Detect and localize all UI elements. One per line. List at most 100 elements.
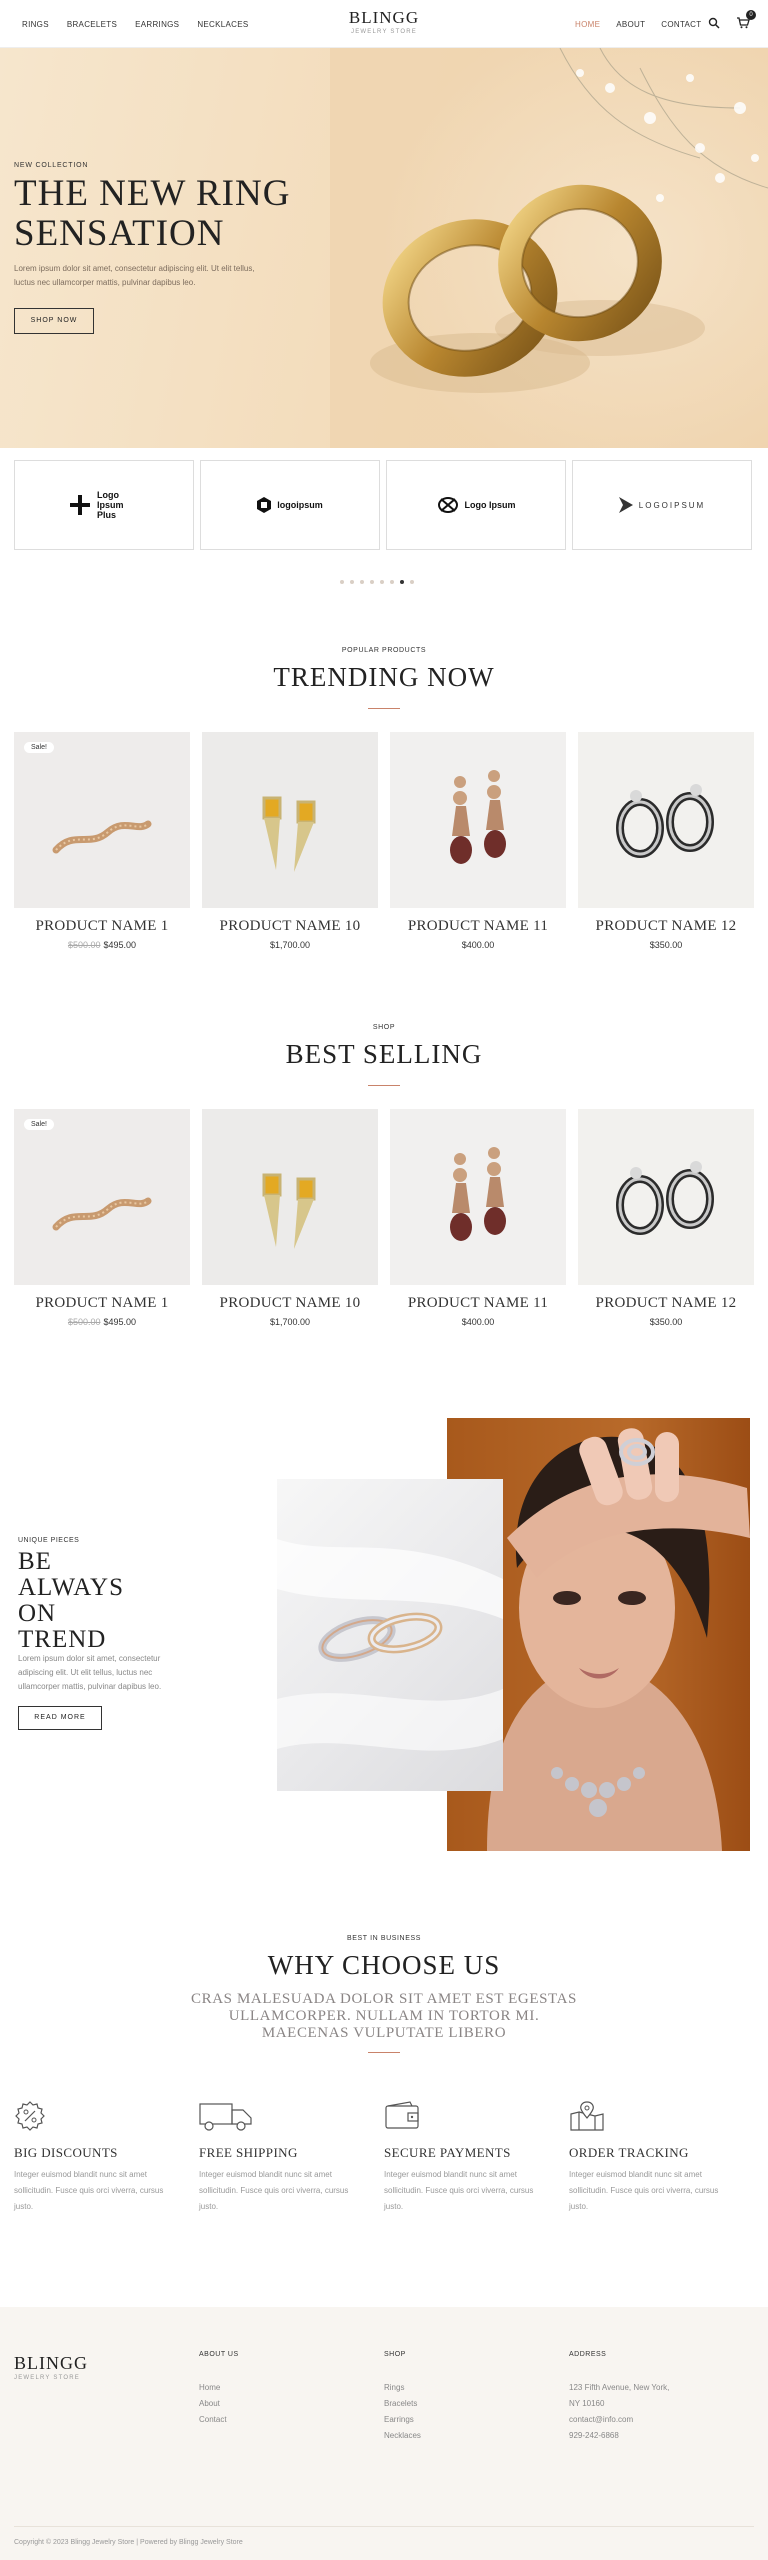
product-price: $350.00 (649, 940, 683, 950)
trend-title-line: BE (18, 1548, 52, 1575)
trend-title-line: TREND (18, 1626, 107, 1653)
slider-dot[interactable] (360, 580, 364, 584)
feature-text: Integer euismod blandit nunc sit amet so… (199, 2170, 349, 2211)
footer-column-about: ABOUT US Home About Contact (199, 2351, 349, 2428)
hex-logo-icon (257, 497, 272, 513)
product-card[interactable]: PRODUCT NAME 10 $1,700.00 (202, 1109, 378, 1327)
feature-text: Integer euismod blandit nunc sit amet so… (14, 2170, 164, 2211)
nav-item-home[interactable]: HOME (575, 20, 600, 29)
why-eyebrow: BEST IN BUSINESS (346, 1935, 422, 1942)
product-price: $350.00 (649, 1317, 683, 1327)
product-card[interactable]: PRODUCT NAME 11 $400.00 (390, 732, 566, 950)
footer-link-bracelets[interactable]: Bracelets (384, 2396, 534, 2412)
product-name[interactable]: PRODUCT NAME 12 (578, 918, 754, 935)
feature-title: FREE SHIPPING (199, 2145, 298, 2160)
nav-item-bracelets[interactable]: BRACELETS (67, 20, 117, 29)
read-more-button[interactable]: READ MORE (18, 1706, 102, 1730)
footer-brand[interactable]: BLINGG (14, 2353, 88, 2374)
product-image[interactable] (578, 732, 754, 908)
slider-dot-active[interactable] (400, 580, 404, 584)
logo-brand: BLINGG (348, 8, 420, 27)
product-price: $400.00 (461, 1317, 495, 1327)
why-title: WHY CHOOSE US (267, 1950, 501, 1980)
nav-item-necklaces[interactable]: NECKLACES (197, 20, 248, 29)
footer-link-about[interactable]: About (199, 2396, 349, 2412)
section-divider (368, 708, 400, 709)
product-card[interactable]: PRODUCT NAME 12 $350.00 (578, 732, 754, 950)
product-image[interactable] (390, 1109, 566, 1285)
product-image[interactable]: Sale! (14, 732, 190, 908)
slider-dot[interactable] (410, 580, 414, 584)
map-pin-icon (570, 2101, 604, 2131)
best-title: BEST SELLING (285, 1039, 483, 1069)
copyright-text: Copyright © 2023 Blingg Jewelry Store | … (14, 2539, 243, 2546)
product-name[interactable]: PRODUCT NAME 1 (14, 1295, 190, 1312)
why-subtitle-line: ULLAMCORPER. NULLAM IN TORTOR MI. (228, 2008, 540, 2024)
partner-logo-card[interactable]: Logo Ipsum Plus (14, 460, 194, 550)
product-name[interactable]: PRODUCT NAME 11 (390, 918, 566, 935)
trending-eyebrow: POPULAR PRODUCTS (341, 647, 427, 654)
product-card[interactable]: Sale! PRODUCT NAME 1 $500.00 $495.00 (14, 732, 190, 950)
slider-dot[interactable] (350, 580, 354, 584)
footer-heading: ADDRESS (569, 2351, 607, 2358)
product-image[interactable]: Sale! (14, 1109, 190, 1285)
partner-logo-card[interactable]: Logo Ipsum (386, 460, 566, 550)
slider-dot[interactable] (390, 580, 394, 584)
footer-brand-tagline: JEWELRY STORE (14, 2375, 80, 2381)
product-card[interactable]: PRODUCT NAME 12 $350.00 (578, 1109, 754, 1327)
why-subtitle-line: CRAS MALESUADA DOLOR SIT AMET EST EGESTA… (191, 1991, 577, 2007)
product-card[interactable]: PRODUCT NAME 11 $400.00 (390, 1109, 566, 1327)
footer-link-rings[interactable]: Rings (384, 2380, 534, 2396)
slider-dot[interactable] (380, 580, 384, 584)
wallet-icon (385, 2101, 419, 2129)
footer-link-earrings[interactable]: Earrings (384, 2412, 534, 2428)
search-icon[interactable] (708, 16, 720, 34)
slider-dot[interactable] (340, 580, 344, 584)
trend-eyebrow: UNIQUE PIECES (18, 1537, 80, 1544)
product-image[interactable] (390, 732, 566, 908)
nav-item-about[interactable]: ABOUT (616, 20, 645, 29)
primary-nav-left: RINGS BRACELETS EARRINGS NECKLACES (22, 20, 248, 29)
partner-logo-card[interactable]: logoipsum (200, 460, 380, 550)
footer-link-necklaces[interactable]: Necklaces (384, 2428, 534, 2444)
hero-title-line: THE NEW RING (14, 173, 291, 214)
nav-item-contact[interactable]: CONTACT (661, 20, 701, 29)
trend-title-line: ALWAYS (18, 1574, 125, 1601)
cart-count-badge: 0 (746, 10, 756, 20)
product-card[interactable]: PRODUCT NAME 10 $1,700.00 (202, 732, 378, 950)
product-name[interactable]: PRODUCT NAME 12 (578, 1295, 754, 1312)
hero-title: THE NEW RING SENSATION (14, 174, 290, 254)
shop-now-button[interactable]: SHOP NOW (14, 308, 94, 334)
feature-text: Integer euismod blandit nunc sit amet so… (569, 2170, 719, 2211)
footer-heading: ABOUT US (199, 2351, 239, 2358)
footer-link-home[interactable]: Home (199, 2380, 349, 2396)
site-header: RINGS BRACELETS EARRINGS NECKLACES BLING… (0, 0, 768, 48)
product-price: $500.00 $495.00 (14, 940, 190, 950)
product-card[interactable]: Sale! PRODUCT NAME 1 $500.00 $495.00 (14, 1109, 190, 1327)
product-name[interactable]: PRODUCT NAME 10 (202, 1295, 378, 1312)
contact-email[interactable]: contact@info.com (569, 2412, 719, 2428)
partner-logo-card[interactable]: LOGOIPSUM (572, 460, 752, 550)
footer-link-contact[interactable]: Contact (199, 2412, 349, 2428)
product-image[interactable] (578, 1109, 754, 1285)
nav-item-rings[interactable]: RINGS (22, 20, 49, 29)
contact-phone[interactable]: 929-242-6868 (569, 2428, 719, 2444)
trend-title-line: ON (18, 1600, 57, 1627)
product-name[interactable]: PRODUCT NAME 10 (202, 918, 378, 935)
product-price: $1,700.00 (269, 940, 311, 950)
product-sale-price: $495.00 (103, 1317, 137, 1327)
site-footer: BLINGG JEWELRY STORE ABOUT US Home About… (0, 2307, 768, 2560)
product-name[interactable]: PRODUCT NAME 1 (14, 918, 190, 935)
sale-badge: Sale! (24, 1119, 54, 1130)
slider-dot[interactable] (370, 580, 374, 584)
best-eyebrow: SHOP (372, 1024, 396, 1031)
hero-banner: NEW COLLECTION THE NEW RING SENSATION Lo… (0, 48, 768, 448)
logo-tagline: JEWELRY STORE (351, 29, 417, 35)
product-name[interactable]: PRODUCT NAME 11 (390, 1295, 566, 1312)
nav-item-earrings[interactable]: EARRINGS (135, 20, 179, 29)
feature-item: BIG DISCOUNTS Integer euismod blandit nu… (14, 2100, 174, 2215)
site-logo[interactable]: BLINGG JEWELRY STORE (334, 8, 434, 35)
product-image[interactable] (202, 1109, 378, 1285)
slider-pagination (340, 580, 414, 584)
product-image[interactable] (202, 732, 378, 908)
